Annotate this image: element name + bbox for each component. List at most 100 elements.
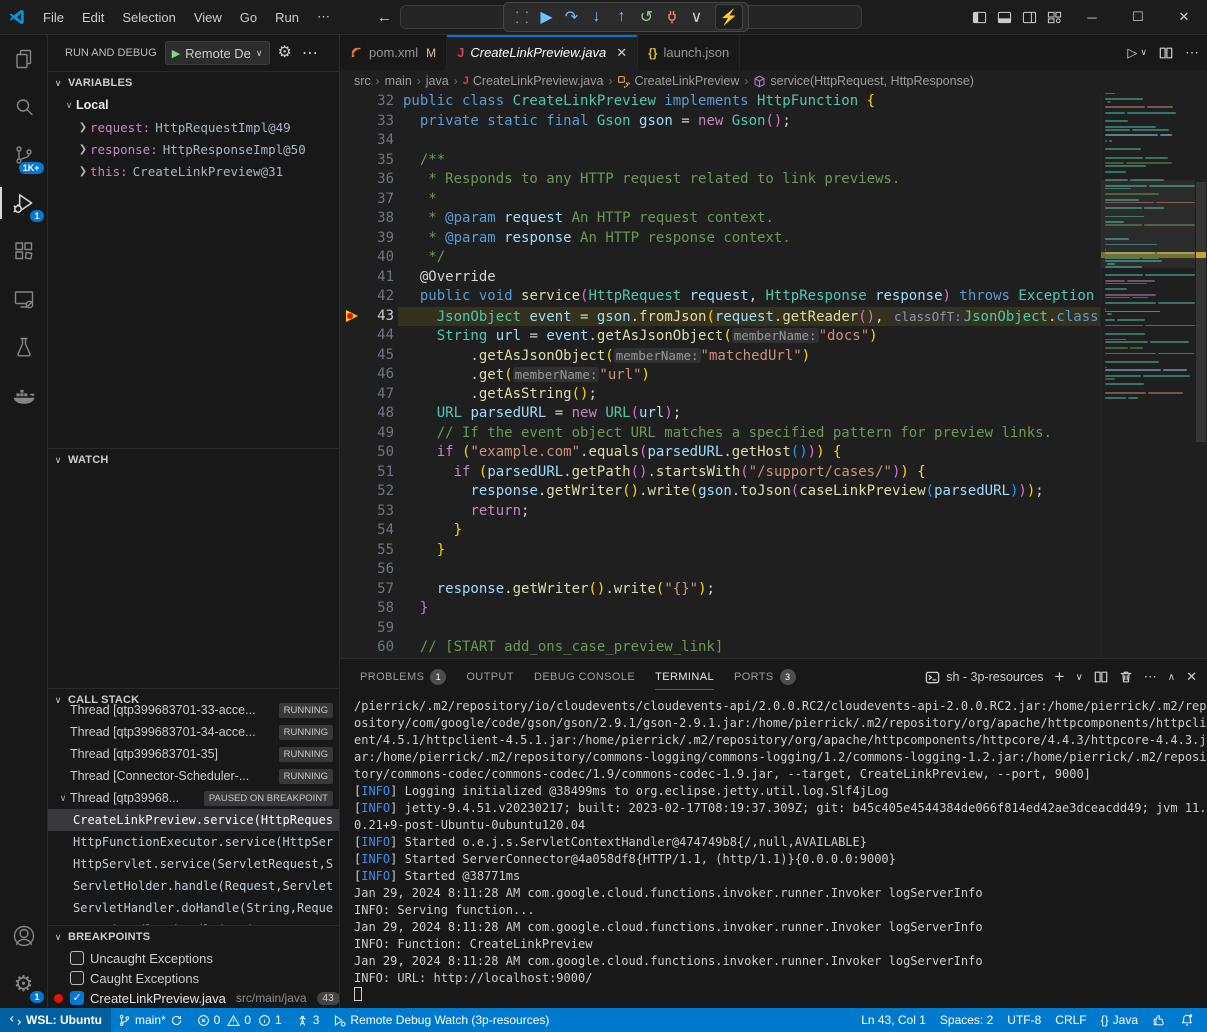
line-number[interactable]: 52 [340, 482, 398, 502]
line-number[interactable]: 54 [340, 521, 398, 541]
code-line[interactable]: 34 [340, 131, 1100, 151]
code-line[interactable]: 52 response.getWriter().write(gson.toJso… [340, 482, 1100, 502]
code-line[interactable]: 32public class CreateLinkPreview impleme… [340, 92, 1100, 112]
split-editor-icon[interactable] [1159, 46, 1173, 60]
line-number[interactable]: 43 [340, 307, 398, 327]
line-number[interactable]: 33 [340, 112, 398, 132]
scrollbar-thumb[interactable] [1196, 182, 1206, 442]
minimap[interactable] [1100, 92, 1195, 658]
line-number[interactable]: 45 [340, 346, 398, 366]
code-line[interactable]: 35 /** [340, 151, 1100, 171]
line-number[interactable]: 56 [340, 560, 398, 580]
line-number[interactable]: 44 [340, 326, 398, 346]
line-number[interactable]: 41 [340, 268, 398, 288]
notifications-bell-icon[interactable] [1173, 1008, 1201, 1032]
maximize-panel-button[interactable]: ∧ [1168, 672, 1175, 683]
terminal-output[interactable]: /pierrick/.m2/repository/io/cloudevents/… [340, 695, 1207, 1008]
code-line[interactable]: 57 response.getWriter().write("{}"); [340, 580, 1100, 600]
cursor-position[interactable]: Ln 43, Col 1 [854, 1008, 933, 1032]
kill-terminal-button[interactable] [1119, 670, 1133, 684]
extensions-icon[interactable] [0, 227, 48, 275]
line-number[interactable]: 42 [340, 287, 398, 307]
variable-row[interactable]: ❯request:HttpRequestImpl@49 [48, 116, 339, 138]
code-line[interactable]: 54 } [340, 521, 1100, 541]
start-debug-icon[interactable]: ▶ [172, 47, 180, 60]
back-icon[interactable]: ← [377, 9, 392, 26]
code-line[interactable]: 56 [340, 560, 1100, 580]
thread-row[interactable]: Thread [qtp399683701-34-acce...RUNNING [48, 721, 339, 743]
breakpoint-checkbox[interactable] [70, 991, 84, 1005]
code-line[interactable]: 39 * @param response An HTTP response co… [340, 229, 1100, 249]
close-panel-button[interactable]: ✕ [1186, 669, 1197, 685]
customize-layout-icon[interactable] [1047, 10, 1062, 25]
stack-frame-row[interactable]: CreateLinkPreview.service(HttpReques [48, 809, 339, 831]
step-over-button[interactable]: ↷ [559, 5, 584, 29]
stack-frame-row[interactable]: HttpFunctionExecutor.service(HttpSer [48, 831, 339, 853]
sync-icon[interactable] [170, 1014, 183, 1027]
breadcrumb-item[interactable]: main [385, 74, 412, 88]
code-line[interactable]: 51 if (parsedURL.getPath().startsWith("/… [340, 463, 1100, 483]
terminal-dropdown-chevron[interactable]: ∨ [1075, 672, 1082, 683]
thread-row[interactable]: Thread [Connector-Scheduler-...RUNNING [48, 765, 339, 787]
line-number[interactable]: 58 [340, 599, 398, 619]
code-line[interactable]: 47 .getAsString(); [340, 385, 1100, 405]
stack-frame-row[interactable]: ServletHolder.handle(Request,Servlet [48, 875, 339, 897]
line-number[interactable]: 36 [340, 170, 398, 190]
code-line[interactable]: 41 @Override [340, 268, 1100, 288]
run-dropdown-icon[interactable]: ∨ [1140, 47, 1147, 58]
menu-file[interactable]: File [34, 6, 73, 29]
terminal-title[interactable]: sh - 3p-resources [925, 670, 1043, 685]
more-actions-button[interactable]: ⋯ [1144, 669, 1157, 685]
debug-settings-gear-icon[interactable]: ⚙ [278, 42, 292, 64]
breakpoints-section-header[interactable]: ∨BREAKPOINTS [48, 926, 339, 948]
more-editor-actions-icon[interactable]: ⋯ [1185, 44, 1199, 61]
code-line[interactable]: 33 private static final Gson gson = new … [340, 112, 1100, 132]
code-line[interactable]: 37 * [340, 190, 1100, 210]
continue-button[interactable]: ▶ [534, 5, 559, 29]
breakpoint-checkbox[interactable] [70, 971, 84, 985]
breadcrumb-item[interactable]: CreateLinkPreview [617, 74, 739, 88]
line-number[interactable]: 35 [340, 151, 398, 171]
split-terminal-button[interactable] [1094, 670, 1108, 684]
code-line[interactable]: 48 URL parsedURL = new URL(url); [340, 404, 1100, 424]
search-icon[interactable] [0, 83, 48, 131]
problems-status[interactable]: 001 [190, 1008, 289, 1032]
toggle-sidebar-icon[interactable] [972, 10, 987, 25]
accounts-icon[interactable] [0, 912, 48, 960]
breadcrumb-item[interactable]: java [426, 74, 449, 88]
variable-row[interactable]: ❯response:HttpResponseImpl@50 [48, 138, 339, 160]
branch-status[interactable]: main* [111, 1008, 190, 1032]
encoding-status[interactable]: UTF-8 [1000, 1008, 1048, 1032]
more-actions-icon[interactable]: ⋯ [302, 43, 318, 63]
code-editor[interactable]: 32public class CreateLinkPreview impleme… [340, 92, 1207, 658]
line-number[interactable]: 53 [340, 502, 398, 522]
tab-launch-json[interactable]: {}launch.json [638, 35, 740, 70]
restart-button[interactable]: ↺ [634, 5, 659, 29]
new-terminal-button[interactable]: + [1055, 667, 1065, 687]
stack-frame-row[interactable]: HttpServlet.service(ServletRequest,S [48, 853, 339, 875]
line-number[interactable]: 37 [340, 190, 398, 210]
disconnect-button[interactable] [659, 5, 684, 29]
code-line[interactable]: 55 } [340, 541, 1100, 561]
line-number[interactable]: 55 [340, 541, 398, 561]
code-line[interactable]: 45 .getAsJsonObject(memberName:"matchedU… [340, 346, 1100, 366]
breakpoint-row[interactable]: Caught Exceptions [48, 968, 339, 988]
menu-go[interactable]: Go [231, 6, 266, 29]
breakpoint-row[interactable]: CreateLinkPreview.javasrc/main/java43 [48, 988, 339, 1008]
line-number[interactable]: 38 [340, 209, 398, 229]
code-line[interactable]: 38 * @param request An HTTP request cont… [340, 209, 1100, 229]
menu-selection[interactable]: Selection [113, 6, 184, 29]
code-line[interactable]: 43 JsonObject event = gson.fromJson(requ… [340, 307, 1100, 327]
line-number[interactable]: 51 [340, 463, 398, 483]
settings-gear-icon[interactable]: ⚙1 [0, 960, 48, 1008]
line-number[interactable]: 49 [340, 424, 398, 444]
variables-section-header[interactable]: ∨VARIABLES [48, 72, 339, 94]
maximize-button[interactable]: ☐ [1115, 0, 1161, 34]
ports-status[interactable]: 3 [289, 1008, 327, 1032]
breadcrumb-item[interactable]: service(HttpRequest, HttpResponse) [753, 74, 974, 88]
breadcrumb-item[interactable]: JCreateLinkPreview.java [463, 74, 604, 88]
thread-row[interactable]: Thread [qtp399683701-35]RUNNING [48, 743, 339, 765]
panel-tab-debug-console[interactable]: DEBUG CONSOLE [524, 659, 645, 695]
language-status[interactable]: {}Java [1094, 1008, 1145, 1032]
code-line[interactable]: 58 } [340, 599, 1100, 619]
